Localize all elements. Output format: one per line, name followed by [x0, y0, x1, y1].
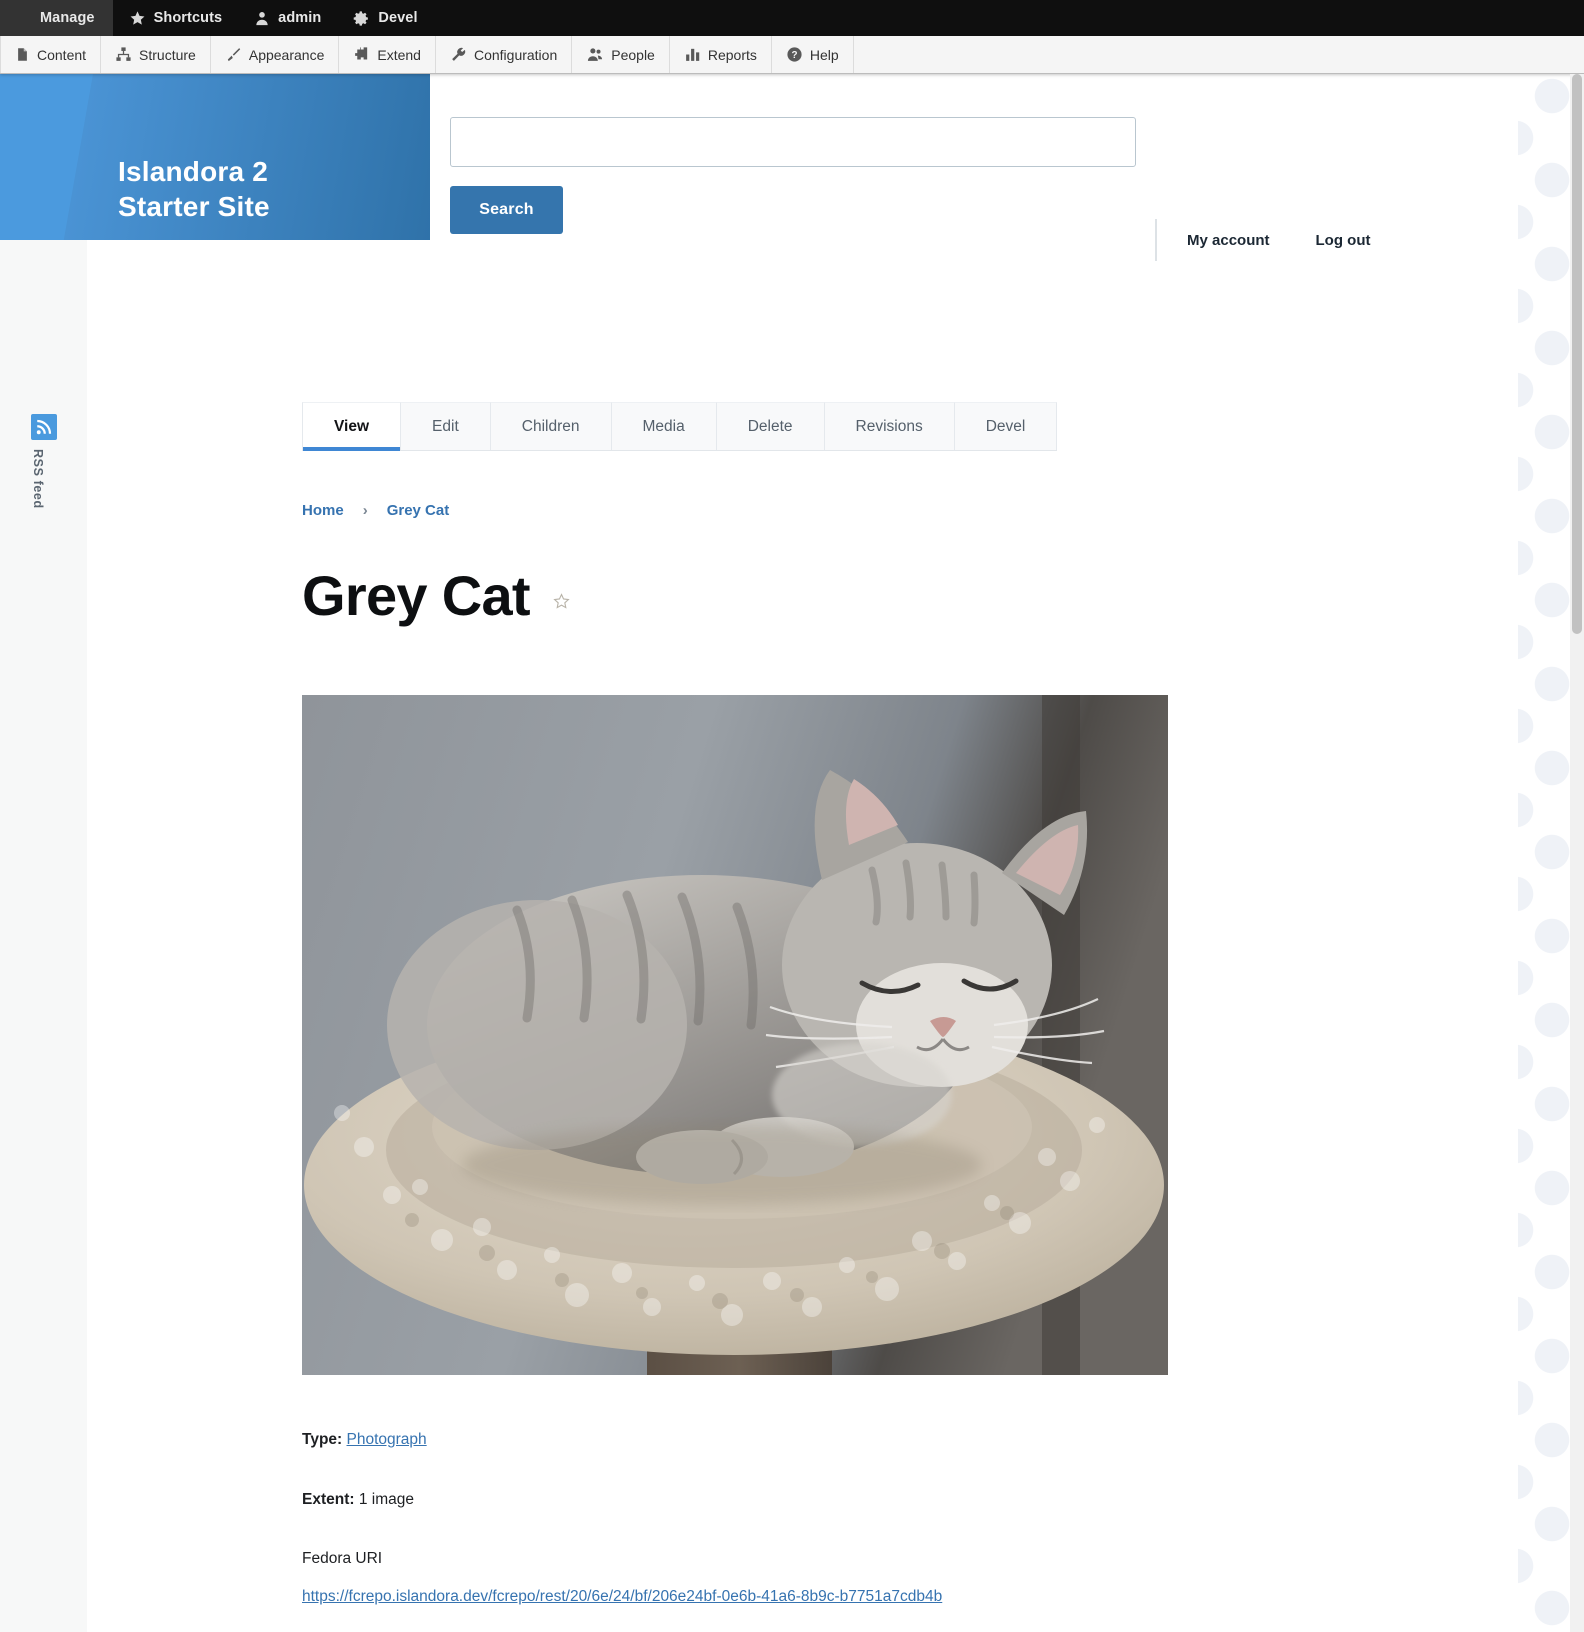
type-value-link[interactable]: Photograph — [347, 1431, 427, 1448]
metadata-row-type: Type: Photograph — [302, 1429, 1202, 1451]
node-metadata: Type: Photograph Extent: 1 image Fedora … — [302, 1429, 1202, 1606]
rss-icon — [31, 414, 57, 440]
admin-toolbar-menu: Content Structure Appearance Extend Conf… — [0, 36, 1584, 74]
site-name: Islandora 2 Starter Site — [118, 154, 270, 224]
question-circle-icon: ? — [786, 46, 803, 63]
admin-menu-item-appearance[interactable]: Appearance — [211, 36, 340, 73]
breadcrumb: Home › Grey Cat — [302, 502, 449, 519]
admin-menu-label: People — [611, 46, 655, 63]
admin-tab-manage[interactable]: Manage — [0, 0, 113, 36]
star-outline-icon[interactable] — [552, 592, 571, 616]
people-icon — [586, 46, 604, 63]
file-icon — [15, 46, 30, 63]
tab-devel[interactable]: Devel — [953, 402, 1058, 450]
admin-tab-admin-label: admin — [278, 10, 322, 26]
admin-menu-item-people[interactable]: People — [572, 36, 670, 73]
admin-menu-label: Configuration — [473, 46, 558, 63]
page-title: Grey Cat — [302, 564, 531, 627]
metadata-row-extent: Extent: 1 image — [302, 1489, 1202, 1511]
rss-feed-widget[interactable]: RSS feed — [31, 414, 57, 509]
site-banner: Islandora 2 Starter Site — [0, 74, 430, 240]
vertical-scrollbar[interactable] — [1570, 74, 1584, 1632]
bar-chart-icon — [684, 46, 701, 63]
admin-menu-item-structure[interactable]: Structure — [101, 36, 211, 73]
page-body: Islandora 2 Starter Site Search My accou… — [0, 74, 1584, 1632]
admin-tab-shortcuts-label: Shortcuts — [153, 10, 223, 26]
admin-tab-devel-label: Devel — [378, 10, 418, 26]
tab-children[interactable]: Children — [489, 402, 611, 450]
search-input[interactable] — [450, 117, 1136, 167]
page-title-row: Grey Cat — [302, 568, 571, 624]
svg-text:?: ? — [791, 50, 797, 61]
admin-menu-label: Reports — [707, 46, 757, 63]
tab-revisions[interactable]: Revisions — [823, 402, 954, 450]
site-name-line-1: Islandora 2 — [118, 156, 269, 187]
user-icon — [254, 10, 270, 27]
admin-menu-item-configuration[interactable]: Configuration — [436, 36, 573, 73]
admin-tab-manage-label: Manage — [40, 10, 95, 26]
puzzle-icon — [353, 46, 370, 63]
admin-menu-label: Content — [37, 46, 87, 63]
tab-edit[interactable]: Edit — [400, 402, 490, 450]
admin-menu-item-help[interactable]: ? Help — [772, 36, 854, 73]
tab-media[interactable]: Media — [610, 402, 716, 450]
admin-menu-label: Help — [809, 46, 839, 63]
admin-tab-shortcuts[interactable]: Shortcuts — [113, 0, 239, 36]
gear-icon — [353, 10, 370, 27]
star-icon — [129, 10, 146, 27]
breadcrumb-current[interactable]: Grey Cat — [387, 502, 450, 519]
brush-icon — [225, 46, 242, 63]
search-button[interactable]: Search — [450, 186, 563, 234]
my-account-link[interactable]: My account — [1187, 232, 1270, 249]
fedora-uri-link[interactable]: https://fcrepo.islandora.dev/fcrepo/rest… — [302, 1588, 942, 1605]
scrollbar-thumb[interactable] — [1572, 74, 1582, 634]
rss-feed-label: RSS feed — [31, 449, 45, 509]
search-block: Search — [450, 117, 1150, 234]
extent-label: Extent: — [302, 1491, 355, 1509]
chevron-right-icon: › — [362, 502, 368, 519]
object-image — [302, 695, 1168, 1375]
admin-menu-label: Structure — [139, 46, 196, 63]
breadcrumb-home-link[interactable]: Home — [302, 502, 344, 519]
fedora-uri-label: Fedora URI — [302, 1549, 383, 1567]
account-menu: My account Log out — [1155, 219, 1371, 261]
admin-menu-label: Extend — [377, 46, 421, 63]
admin-toolbar-top: Manage Shortcuts admin Devel — [0, 0, 1584, 36]
tab-delete[interactable]: Delete — [715, 402, 824, 450]
log-out-link[interactable]: Log out — [1316, 232, 1371, 249]
extent-value: 1 image — [358, 1491, 415, 1509]
admin-menu-item-reports[interactable]: Reports — [670, 36, 772, 73]
left-sidebar-rail — [0, 74, 87, 1632]
node-tabs: View Edit Children Media Delete Revision… — [302, 402, 1058, 451]
wrench-icon — [450, 46, 467, 63]
admin-tab-devel[interactable]: Devel — [337, 0, 433, 36]
admin-menu-label: Appearance — [248, 46, 325, 63]
tab-view[interactable]: View — [302, 402, 401, 451]
admin-menu-item-extend[interactable]: Extend — [339, 36, 436, 73]
site-name-line-2: Starter Site — [118, 191, 270, 222]
admin-menu-item-content[interactable]: Content — [0, 36, 102, 73]
type-label: Type: — [302, 1431, 343, 1448]
hamburger-icon — [12, 11, 32, 26]
admin-tab-admin-user[interactable]: admin — [238, 0, 337, 36]
sitemap-icon — [115, 46, 132, 63]
